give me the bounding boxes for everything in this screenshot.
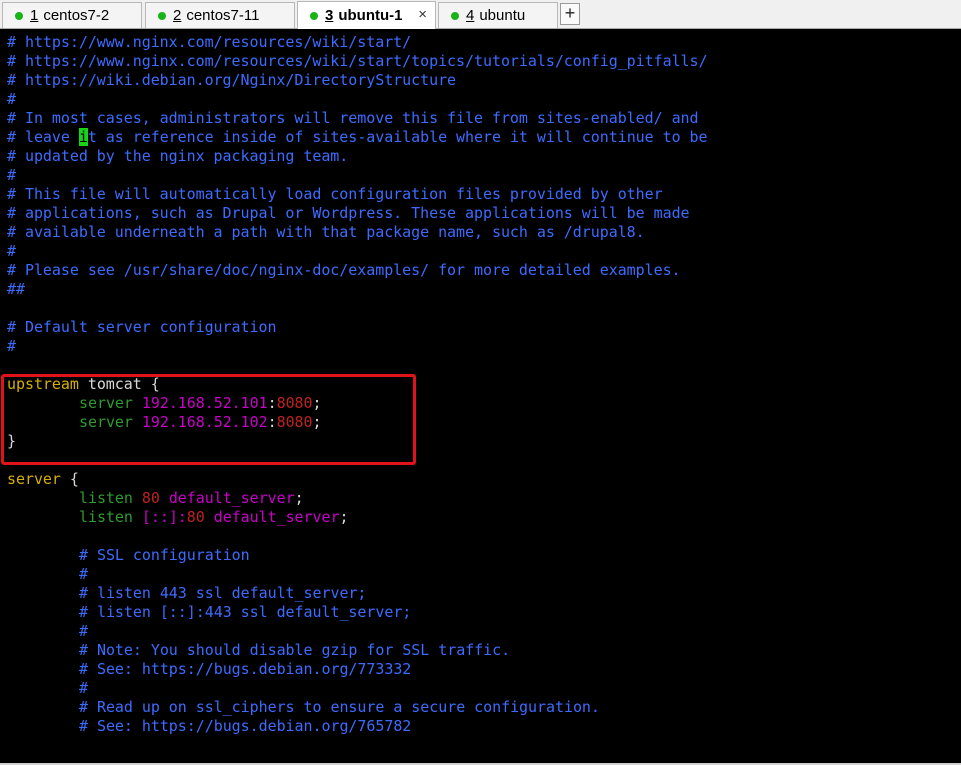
config-line: # Note: You should disable gzip for SSL … — [79, 641, 511, 659]
tab-centos7-2[interactable]: 1 centos7-2 — [2, 2, 142, 28]
config-line: # leave it as reference inside of sites-… — [7, 128, 708, 147]
config-line: # https://wiki.debian.org/Nginx/Director… — [7, 71, 457, 89]
text-segment: # leave — [7, 128, 79, 146]
connected-status-icon — [310, 11, 318, 20]
session-tab-bar: 1 centos7-2 2 centos7-11 3 ubuntu-1 × 4 … — [0, 0, 961, 29]
config-line: # See: https://bugs.debian.org/765782 — [79, 717, 412, 735]
connected-status-icon — [15, 11, 23, 20]
config-line: # In most cases, administrators will rem… — [7, 109, 699, 127]
config-line: # https://www.nginx.com/resources/wiki/s… — [7, 33, 412, 51]
tab-label: centos7-11 — [186, 7, 260, 24]
tab-number: 1 — [30, 7, 39, 24]
listen-option: default_server — [213, 508, 340, 526]
connected-status-icon — [158, 11, 166, 20]
config-line: # This file will automatically load conf… — [7, 185, 663, 203]
config-line: # applications, such as Drupal or Wordpr… — [7, 204, 690, 222]
config-line: # — [79, 679, 88, 697]
config-line: # available underneath a path with that … — [7, 223, 645, 241]
config-line: # — [79, 565, 88, 583]
tab-label: ubuntu — [479, 7, 526, 24]
config-line: # Read up on ssl_ciphers to ensure a sec… — [79, 698, 600, 716]
config-line: # — [79, 622, 88, 640]
config-line: # — [7, 90, 16, 108]
tab-number: 2 — [173, 7, 182, 24]
listen-port: 80 — [141, 489, 160, 507]
config-line: # — [7, 166, 16, 184]
tab-label: ubuntu-1 — [338, 7, 403, 24]
listen-directive: listen — [79, 508, 133, 526]
listen-line: listen 80 default_server; — [79, 489, 304, 508]
add-tab-button[interactable]: + — [560, 3, 580, 25]
listen-address: [::]: — [141, 508, 187, 526]
highlight-annotation-box — [1, 374, 416, 465]
close-tab-icon[interactable]: × — [418, 6, 427, 23]
config-line: # See: https://bugs.debian.org/773332 — [79, 660, 412, 678]
server-block-line: server { — [7, 470, 79, 489]
tab-number: 3 — [325, 7, 334, 24]
config-line: # listen 443 ssl default_server; — [79, 584, 367, 602]
config-line: # updated by the nginx packaging team. — [7, 147, 349, 165]
config-line: # Please see /usr/share/doc/nginx-doc/ex… — [7, 261, 681, 279]
tab-number: 4 — [466, 7, 475, 24]
listen-directive: listen — [79, 489, 133, 507]
tab-ubuntu[interactable]: 4 ubuntu — [438, 2, 558, 28]
config-line: # — [7, 337, 16, 355]
config-line: # https://www.nginx.com/resources/wiki/s… — [7, 52, 708, 70]
tab-label: centos7-2 — [43, 7, 110, 24]
config-line: # listen [::]:443 ssl default_server; — [79, 603, 412, 621]
tab-centos7-11[interactable]: 2 centos7-11 — [145, 2, 295, 28]
terminal-cursor: i — [78, 128, 88, 146]
listen-option: default_server — [168, 489, 295, 507]
terminal-screen[interactable]: # https://www.nginx.com/resources/wiki/s… — [0, 29, 961, 763]
config-line: ## — [7, 280, 25, 298]
semicolon: ; — [294, 489, 304, 507]
tab-ubuntu-1[interactable]: 3 ubuntu-1 × — [297, 1, 436, 29]
config-line: # — [7, 242, 16, 260]
text-segment: t as reference inside of sites-available… — [87, 128, 708, 146]
config-line: # SSL configuration — [79, 546, 250, 564]
server-keyword: server — [7, 470, 61, 488]
connected-status-icon — [451, 11, 459, 20]
listen-line: listen [::]:80 default_server; — [79, 508, 349, 527]
semicolon: ; — [339, 508, 349, 526]
config-line: # Default server configuration — [7, 318, 277, 336]
listen-port: 80 — [186, 508, 205, 526]
open-brace: { — [60, 470, 79, 488]
